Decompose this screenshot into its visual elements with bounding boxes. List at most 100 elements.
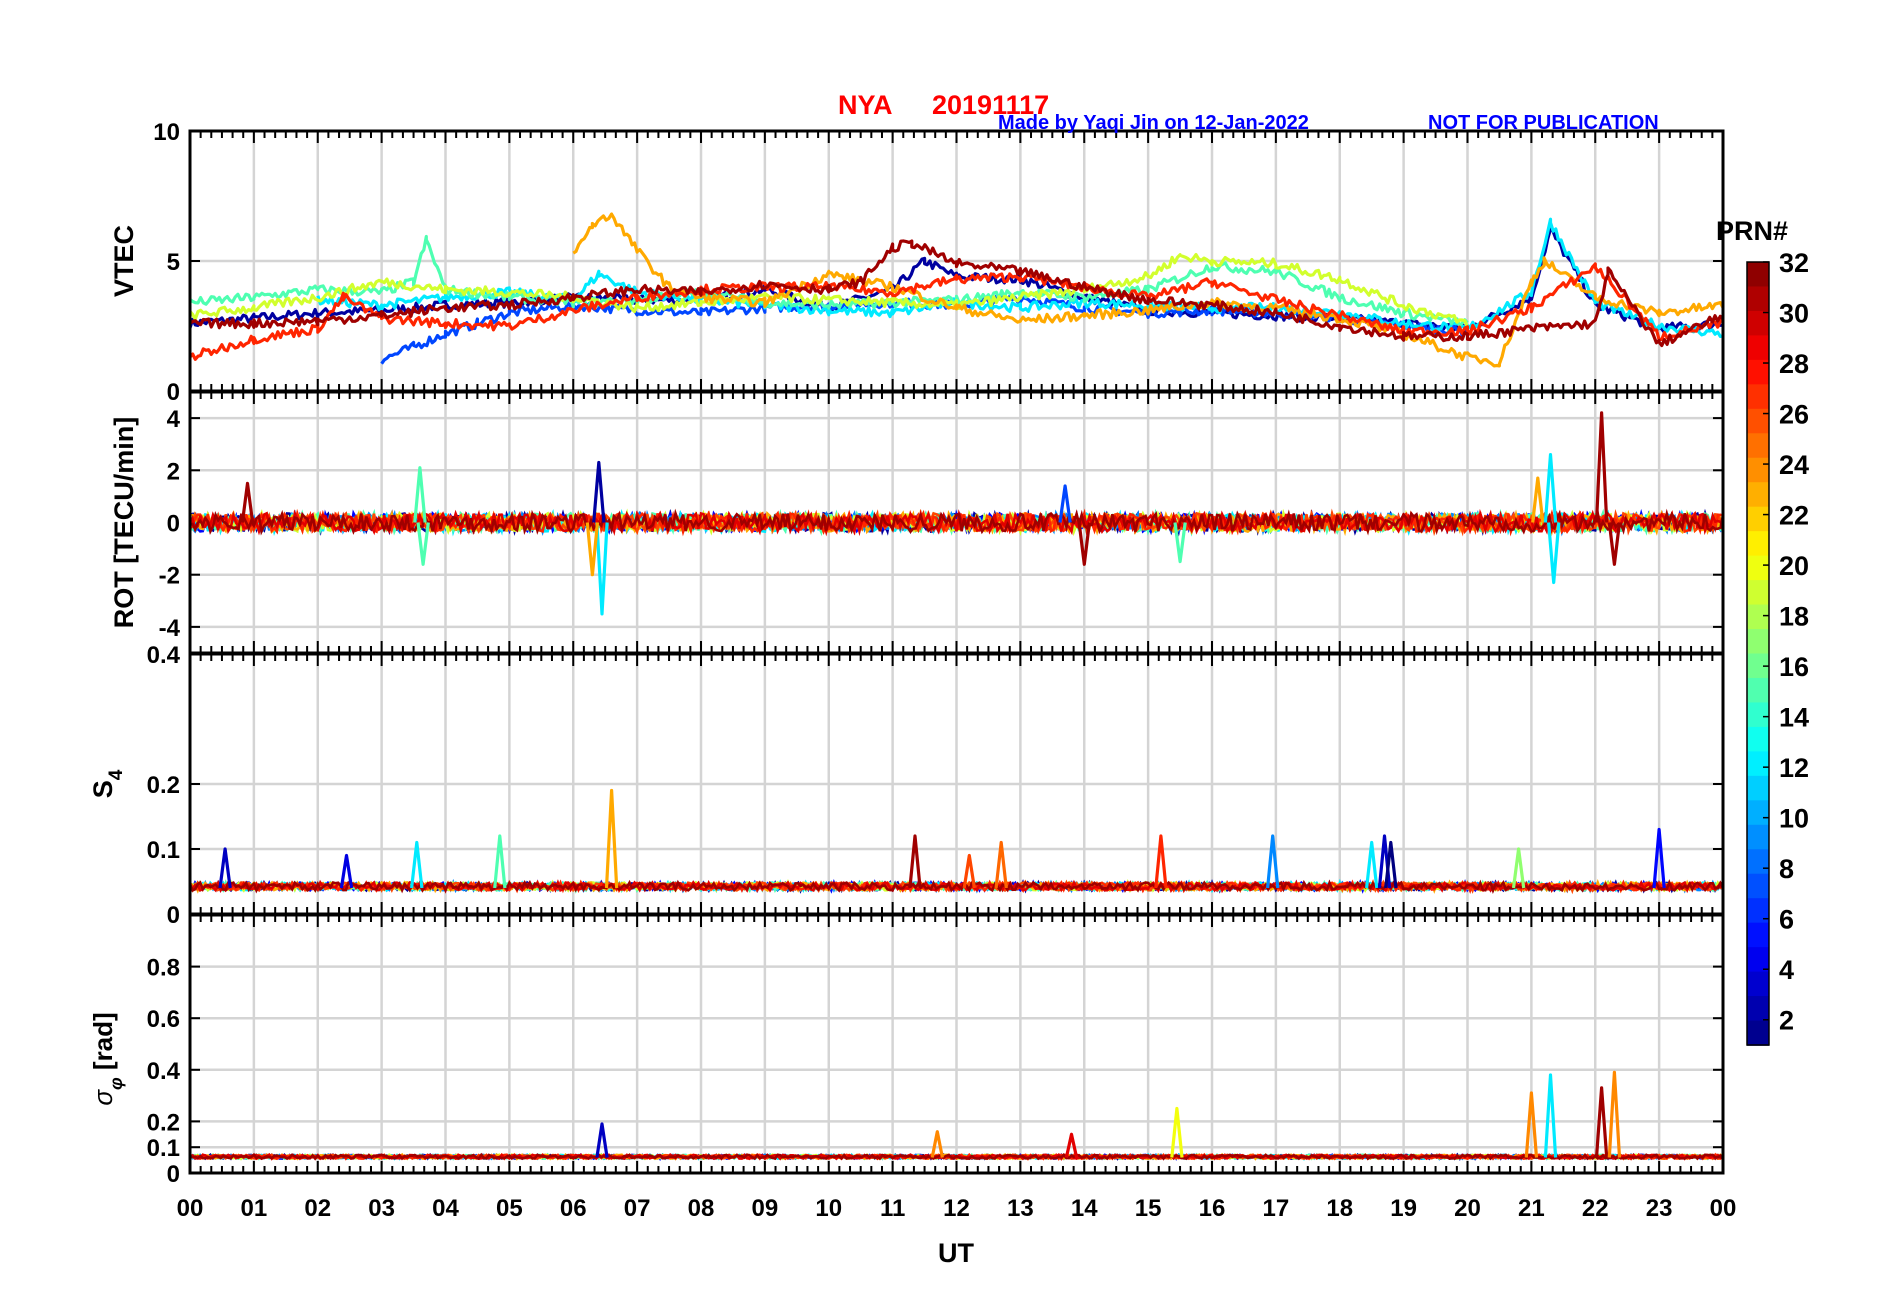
y-tick-label: 4 (167, 406, 181, 433)
panel-s4: 0 0.1 0.2 0.4 S4 (88, 642, 1725, 929)
y-tick-label: 0.2 (147, 1109, 180, 1136)
colorbar-segment (1747, 384, 1769, 410)
y-axis-label: ROT [TECU/min] (109, 417, 139, 628)
y-tick-label: 0.6 (147, 1006, 180, 1033)
x-tick-label: 15 (1135, 1195, 1162, 1222)
y-tick-label: 0 (167, 511, 180, 538)
spike-prn-24 (1607, 1070, 1622, 1158)
x-tick-label: 14 (1071, 1195, 1098, 1222)
colorbar-tick-label: 14 (1779, 703, 1809, 733)
colorbar-tick-label: 22 (1779, 501, 1809, 531)
colorbar-tick-label: 30 (1779, 299, 1809, 329)
colorbar-segment (1747, 898, 1769, 924)
x-tick-label: 03 (368, 1195, 395, 1222)
colorbar-segment (1747, 677, 1769, 704)
x-tick-label: 09 (752, 1195, 779, 1222)
y-tick-label: -4 (159, 615, 181, 642)
x-tick-label: 11 (880, 1195, 905, 1222)
colorbar-tick-label: 6 (1779, 905, 1794, 935)
y-axis-label: VTEC (109, 225, 139, 297)
y-axis-label: S4 (88, 769, 127, 798)
x-tick-label: 17 (1263, 1195, 1290, 1222)
x-tick-label: 22 (1582, 1195, 1609, 1222)
colorbar-segment (1747, 604, 1769, 630)
x-tick-label: 21 (1518, 1195, 1545, 1222)
figure: 0510VTEC-4-2024ROT [TECU/min]00.10.20.4S… (88, 119, 1809, 1268)
x-tick-label: 16 (1199, 1195, 1226, 1222)
colorbar-segment (1747, 555, 1769, 581)
x-axis-label: UT (938, 1238, 974, 1268)
x-tick-label: 18 (1326, 1195, 1353, 1222)
y-tick-label: 0.1 (147, 1135, 180, 1162)
colorbar-segment (1747, 873, 1769, 899)
colorbar-tick-label: 26 (1779, 400, 1809, 430)
notice-label: NOT FOR PUBLICATION (1428, 112, 1659, 134)
colorbar-segment (1747, 702, 1769, 728)
colorbar-segment (1747, 751, 1769, 777)
y-tick-label: 10 (153, 119, 180, 146)
colorbar-segment (1747, 726, 1769, 753)
x-tick-label: 05 (496, 1195, 523, 1222)
spike-prn-24 (930, 1130, 944, 1158)
y-tick-label: 0 (167, 379, 180, 406)
colorbar-tick-label: 32 (1779, 248, 1809, 278)
x-tick-label: 12 (943, 1195, 970, 1222)
colorbar-tick-label: 2 (1779, 1006, 1794, 1036)
colorbar-title: PRN# (1716, 216, 1788, 246)
y-tick-label: 0.8 (147, 955, 180, 982)
colorbar-segment (1747, 800, 1769, 826)
colorbar-segment (1747, 408, 1769, 435)
colorbar-tick-label: 4 (1779, 955, 1794, 985)
spike-prn-12 (1543, 1073, 1558, 1158)
spike-prn-3 (595, 1122, 609, 1158)
colorbar-segment (1747, 1020, 1769, 1046)
colorbar-tick-label: 8 (1779, 854, 1794, 884)
spike-prn-15 (493, 834, 507, 889)
colorbar-segment (1747, 457, 1769, 484)
spike-prn-12 (1543, 453, 1558, 523)
colorbar-segment (1747, 482, 1769, 508)
x-tick-label: 20 (1454, 1195, 1481, 1222)
credit-label: Made by Yaqi Jin on 12-Jan-2022 (998, 112, 1309, 134)
x-tick-label: 00 (177, 1195, 204, 1222)
y-tick-label: 0.1 (147, 837, 180, 864)
x-tick-label: 04 (432, 1195, 459, 1222)
x-tick-label: 08 (688, 1195, 715, 1222)
y-tick-label: 2 (167, 458, 180, 485)
colorbar-tick-label: 16 (1779, 652, 1809, 682)
colorbar-segment (1747, 310, 1769, 337)
x-tick-label: 00 (1710, 1195, 1737, 1222)
colorbar: 2468101214161820222426283032 (1746, 248, 1809, 1046)
colorbar-segment (1747, 629, 1769, 655)
x-tick-label: 23 (1646, 1195, 1673, 1222)
x-tick-label: 01 (241, 1195, 268, 1222)
colorbar-segment (1747, 335, 1769, 361)
colorbar-segment (1747, 922, 1769, 948)
spike-prn-23 (604, 788, 619, 889)
y-tick-label: 0.2 (147, 772, 180, 799)
colorbar-segment (1747, 433, 1769, 459)
colorbar-segment (1747, 971, 1769, 997)
x-tick-label: 02 (304, 1195, 331, 1222)
colorbar-tick-label: 20 (1779, 551, 1809, 581)
x-axis: 00 01 02 03 04 05 06 07 08 09 10 11 12 13 14 15 16 17 18 19… (177, 1195, 1737, 1222)
y-tick-label: 0.4 (147, 642, 181, 669)
colorbar-tick-label: 28 (1779, 349, 1809, 379)
spike-prn-31 (908, 834, 922, 889)
colorbar-segment (1747, 775, 1769, 802)
x-tick-label: 19 (1390, 1195, 1417, 1222)
x-tick-label: 13 (1007, 1195, 1034, 1222)
panel-vtec: 0 5 10 VTEC (109, 119, 1725, 406)
y-tick-label: 0 (167, 1161, 180, 1188)
colorbar-tick-label: 24 (1779, 450, 1809, 480)
x-tick-label: 07 (624, 1195, 651, 1222)
colorbar-tick-label: 10 (1779, 804, 1809, 834)
spike-prn-20 (1170, 1106, 1184, 1158)
colorbar-segment (1747, 286, 1769, 312)
colorbar-segment (1747, 824, 1769, 851)
x-tick-label: 06 (560, 1195, 587, 1222)
colorbar-segment (1747, 506, 1769, 532)
y-tick-label: 5 (167, 249, 180, 276)
spike-prn-12 (595, 522, 609, 616)
station-label: NYA (838, 90, 893, 120)
